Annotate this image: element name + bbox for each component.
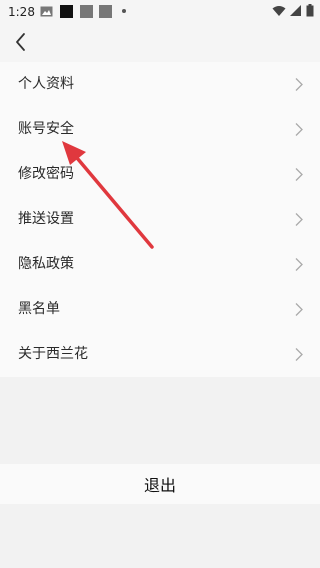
chevron-right-icon bbox=[295, 123, 303, 136]
top-bar bbox=[0, 24, 320, 62]
battery-icon bbox=[306, 4, 314, 17]
settings-item-label: 黑名单 bbox=[18, 301, 60, 317]
settings-item-blacklist[interactable]: 黑名单 bbox=[0, 287, 320, 332]
black-square-icon bbox=[60, 5, 73, 18]
status-time: 1:28 bbox=[8, 5, 35, 19]
settings-item-label: 账号安全 bbox=[18, 121, 74, 137]
chevron-right-icon bbox=[295, 258, 303, 271]
settings-item-label: 推送设置 bbox=[18, 211, 74, 227]
settings-item-account-security[interactable]: 账号安全 bbox=[0, 107, 320, 152]
signal-icon bbox=[290, 4, 301, 16]
chevron-right-icon bbox=[295, 213, 303, 226]
settings-item-profile[interactable]: 个人资料 bbox=[0, 62, 320, 107]
dot-icon bbox=[122, 9, 126, 13]
chevron-left-icon bbox=[16, 33, 25, 51]
settings-item-change-password[interactable]: 修改密码 bbox=[0, 152, 320, 197]
settings-list: 个人资料 账号安全 修改密码 推送设置 隐私政策 黑名单 关于西兰花 bbox=[0, 62, 320, 377]
logout-button[interactable]: 退出 bbox=[0, 464, 320, 504]
settings-item-about[interactable]: 关于西兰花 bbox=[0, 332, 320, 377]
settings-item-privacy-policy[interactable]: 隐私政策 bbox=[0, 242, 320, 287]
chevron-right-icon bbox=[295, 78, 303, 91]
gray-square-icon bbox=[99, 5, 112, 18]
chevron-right-icon bbox=[295, 348, 303, 361]
chevron-right-icon bbox=[295, 303, 303, 316]
chevron-right-icon bbox=[295, 168, 303, 181]
logout-label: 退出 bbox=[143, 476, 176, 495]
gray-square-icon bbox=[80, 5, 93, 18]
status-bar: 1:28 bbox=[0, 0, 320, 24]
settings-item-label: 个人资料 bbox=[18, 76, 74, 92]
settings-item-label: 关于西兰花 bbox=[18, 346, 88, 362]
image-icon bbox=[40, 6, 53, 17]
wifi-icon bbox=[272, 5, 286, 16]
settings-item-label: 隐私政策 bbox=[18, 256, 74, 272]
back-button[interactable] bbox=[10, 30, 34, 54]
settings-item-push-settings[interactable]: 推送设置 bbox=[0, 197, 320, 242]
settings-item-label: 修改密码 bbox=[18, 166, 74, 182]
